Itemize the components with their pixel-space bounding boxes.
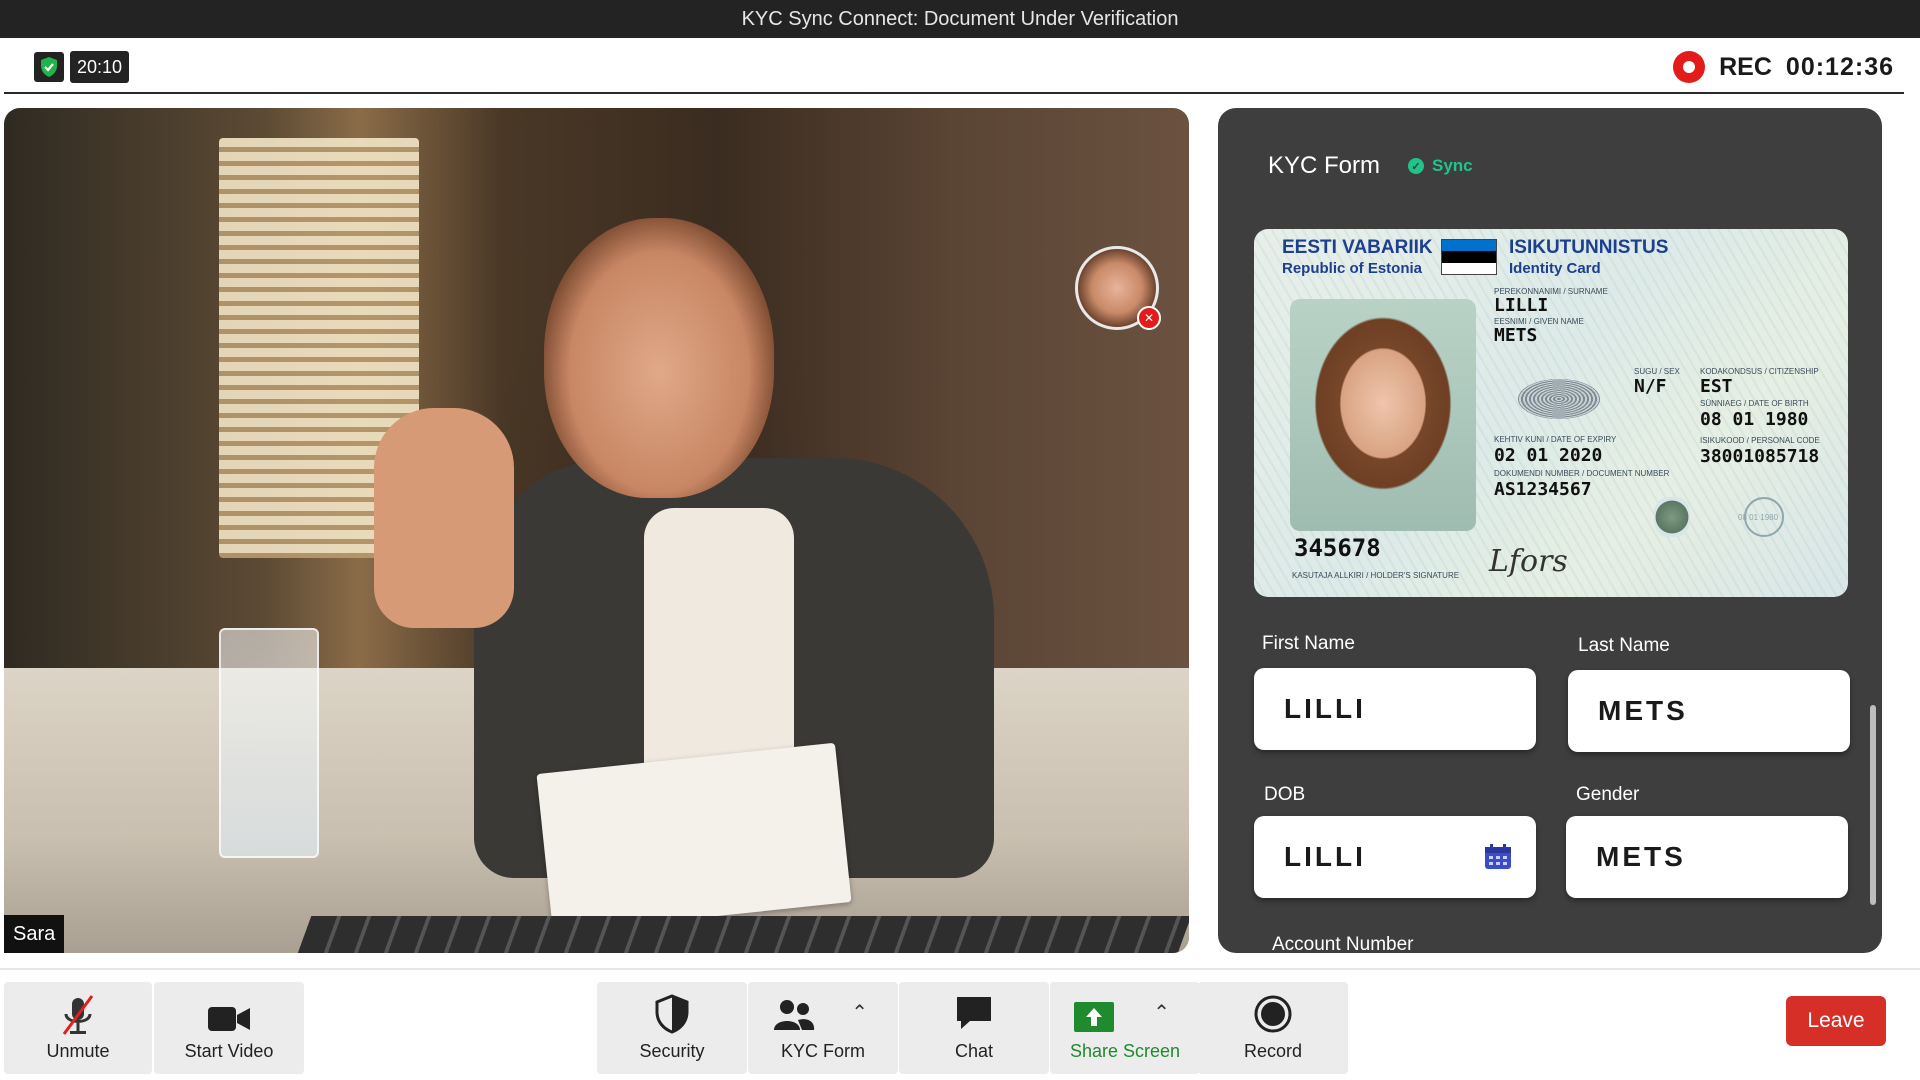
account-number-label: Account Number: [1272, 934, 1414, 953]
water-glass: [219, 628, 319, 858]
id-personal-code-label: ISIKUKOOD / PERSONAL CODE: [1700, 436, 1820, 445]
first-name-label: First Name: [1262, 633, 1355, 654]
chat-bubble-icon: [957, 997, 991, 1029]
id-country-en: Republic of Estonia: [1282, 260, 1423, 277]
window-title: KYC Sync Connect: Document Under Verific…: [741, 7, 1179, 30]
unmute-label: Unmute: [46, 1041, 110, 1061]
microphone-muted-icon: ✕: [1137, 306, 1161, 330]
notebook: [536, 742, 852, 934]
security-label: Security: [639, 1041, 705, 1061]
id-given: METS: [1494, 325, 1538, 346]
id-surname: LILLI: [1494, 295, 1549, 316]
keyboard: [296, 916, 1189, 953]
start-video-label: Start Video: [184, 1041, 274, 1061]
id-card-number: 345678: [1294, 534, 1381, 562]
participants-icon: [774, 1000, 815, 1030]
main-video-feed[interactable]: ✕: [4, 108, 1189, 953]
coat-of-arms-icon: [1654, 497, 1690, 537]
microphone-muted-icon: [62, 995, 94, 1035]
chat-button[interactable]: Chat: [899, 982, 1049, 1074]
id-doc-number-label: DOKUMENDI NUMBER / DOCUMENT NUMBER: [1494, 469, 1670, 478]
sync-label: Sync: [1432, 156, 1473, 175]
shield-check-icon[interactable]: [34, 52, 64, 82]
id-sex-label: SUGU / SEX: [1634, 367, 1680, 376]
id-card-image: EESTI VABARIIK Republic of Estonia ISIKU…: [1254, 229, 1848, 597]
dob-field[interactable]: LILLI: [1254, 816, 1536, 898]
dob-label: DOB: [1264, 784, 1306, 805]
panel-title: KYC Form: [1268, 152, 1381, 179]
kyc-form-panel: KYC Form ✓ Sync EESTI VABARIIK Republic …: [1218, 108, 1882, 953]
id-signature-label: KASUTAJA ALLKIRI / HOLDER'S SIGNATURE: [1292, 571, 1460, 580]
dob-value: LILLI: [1284, 841, 1366, 872]
id-sex: N/F: [1634, 376, 1667, 397]
record-dot-icon: [1673, 51, 1706, 83]
id-citizenship-label: KODAKONDSUS / CITIZENSHIP: [1700, 367, 1819, 376]
record-icon: [1254, 995, 1292, 1033]
holder-signature: Lfors: [1489, 544, 1568, 579]
id-personal-code: 38001085718: [1700, 446, 1820, 467]
start-video-button[interactable]: Start Video: [154, 982, 304, 1074]
rec-label: REC: [1719, 52, 1772, 81]
rec-timer: 00:12:36: [1785, 52, 1894, 81]
last-name-label: Last Name: [1578, 635, 1670, 656]
clock-badge: 20:10: [70, 51, 130, 83]
id-holder-photo: [1290, 299, 1476, 531]
chevron-up-icon[interactable]: ⌃: [851, 1000, 868, 1025]
calendar-icon[interactable]: [1484, 844, 1512, 870]
chat-label: Chat: [954, 1041, 994, 1061]
sync-status[interactable]: ✓ Sync: [1408, 156, 1473, 176]
leave-button[interactable]: Leave: [1786, 996, 1886, 1046]
record-button[interactable]: Record: [1198, 982, 1348, 1074]
id-expiry: 02 01 2020: [1494, 445, 1603, 466]
gender-field[interactable]: METS: [1566, 816, 1848, 898]
share-screen-button[interactable]: ⌃ Share Screen: [1050, 982, 1200, 1074]
video-camera-icon: [208, 1007, 250, 1031]
gender-label: Gender: [1576, 784, 1640, 805]
fingerprint-mark: [1518, 379, 1600, 419]
id-doc-type-en: Identity Card: [1509, 260, 1601, 277]
record-label: Record: [1243, 1041, 1303, 1061]
security-button[interactable]: Security: [597, 982, 747, 1074]
check-circle-icon: ✓: [1408, 158, 1424, 174]
first-name-field[interactable]: LILLI: [1254, 668, 1536, 750]
id-doc-type: ISIKUTUNNISTUS: [1509, 237, 1669, 258]
unmute-button[interactable]: Unmute: [4, 982, 152, 1074]
share-screen-label: Share Screen: [1069, 1041, 1181, 1061]
share-screen-icon: [1074, 1002, 1114, 1032]
window-title-bar: KYC Sync Connect: Document Under Verific…: [0, 0, 1920, 38]
estonian-flag-icon: [1441, 239, 1497, 275]
id-citizenship: EST: [1700, 376, 1733, 397]
waving-hand: [374, 408, 514, 628]
participant-name-tag: Sara: [4, 915, 65, 953]
security-shield-icon: [655, 994, 689, 1034]
participant-head: [544, 218, 774, 498]
status-bar: 20:10 REC 00:12:36: [4, 38, 1904, 94]
panel-scrollbar[interactable]: [1870, 705, 1876, 905]
id-country: EESTI VABARIIK: [1282, 237, 1433, 258]
recording-indicator: REC 00:12:36: [1673, 50, 1894, 84]
id-expiry-label: KEHTIV KUNI / DATE OF EXPIRY: [1494, 435, 1617, 444]
holo-text: 08 01 1980: [1738, 513, 1779, 522]
id-dob: 08 01 1980: [1700, 409, 1809, 430]
kyc-form-button[interactable]: ⌃ KYC Form: [748, 982, 898, 1074]
kyc-form-label: KYC Form: [780, 1041, 865, 1061]
chevron-up-icon[interactable]: ⌃: [1153, 1000, 1170, 1025]
id-doc-number: AS1234567: [1494, 479, 1592, 500]
id-dob-label: SÜNNIAEG / DATE OF BIRTH: [1700, 399, 1809, 408]
meeting-toolbar: Unmute Start Video Security ⌃ KYC Form C…: [0, 968, 1920, 1080]
last-name-field[interactable]: METS: [1568, 670, 1850, 752]
